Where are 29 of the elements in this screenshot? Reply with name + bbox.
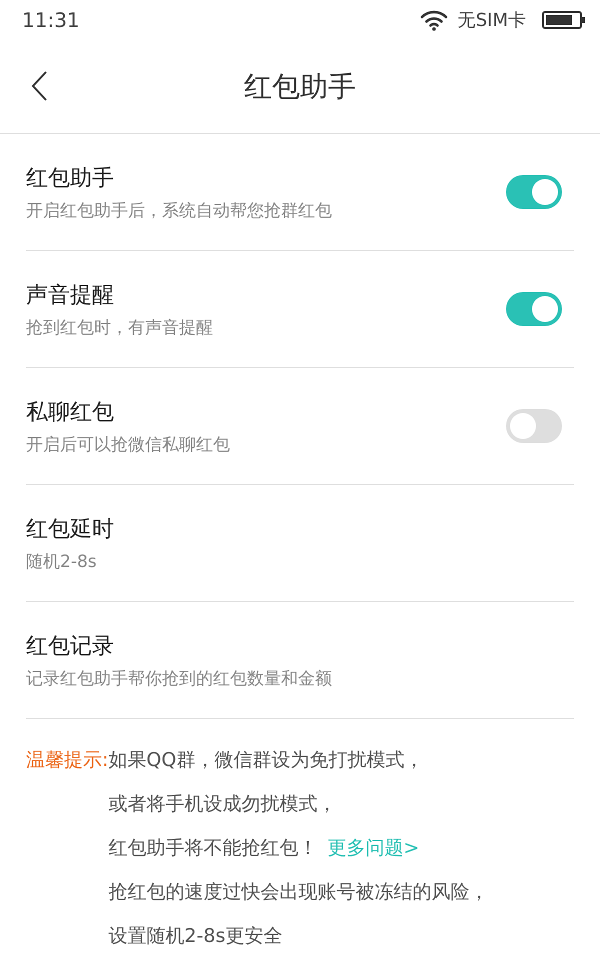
setting-description: 记录红包助手帮你抢到的红包数量和金额: [26, 668, 332, 690]
setting-description: 开启红包助手后，系统自动帮您抢群红包: [26, 200, 332, 222]
setting-row[interactable]: 私聊红包 开启后可以抢微信私聊红包: [26, 368, 574, 485]
toggle-switch[interactable]: [506, 292, 562, 326]
setting-row[interactable]: 红包记录 记录红包助手帮你抢到的红包数量和金额: [26, 602, 574, 719]
status-time: 11:31: [22, 8, 80, 32]
tip-text: 抢红包的速度过快会出现账号被冻结的风险，: [108, 881, 488, 903]
tip-text: 设置随机2-8s更安全: [108, 925, 282, 947]
setting-title: 红包延时: [26, 516, 114, 544]
setting-row[interactable]: 红包助手 开启红包助手后，系统自动帮您抢群红包: [26, 134, 574, 251]
tip-label: 温馨提示:: [26, 748, 108, 773]
setting-row[interactable]: 声音提醒 抢到红包时，有声音提醒: [26, 251, 574, 368]
tip-text: 红包助手将不能抢红包！: [108, 837, 318, 859]
setting-title: 红包记录: [26, 632, 115, 660]
setting-description: 抢到红包时，有声音提醒: [26, 316, 213, 338]
tip-text: 或者将手机设成勿扰模式，: [108, 793, 336, 815]
toggle-switch[interactable]: [506, 409, 562, 443]
setting-title: 红包助手: [26, 164, 115, 192]
wifi-icon: [420, 9, 448, 31]
setting-description: 开启后可以抢微信私聊红包: [26, 434, 230, 456]
setting-row[interactable]: 红包延时 随机2-8s: [26, 485, 574, 602]
page-title: 红包助手: [244, 68, 356, 104]
setting-description: 随机2-8s: [26, 550, 98, 572]
carrier-text: 无SIM卡: [458, 9, 526, 32]
battery-icon: [542, 11, 586, 29]
tip-text: 如果QQ群，微信群设为免打扰模式，: [108, 749, 424, 771]
setting-title: 声音提醒: [26, 282, 115, 310]
setting-title: 私聊红包: [26, 398, 115, 426]
toggle-switch[interactable]: [506, 175, 562, 209]
